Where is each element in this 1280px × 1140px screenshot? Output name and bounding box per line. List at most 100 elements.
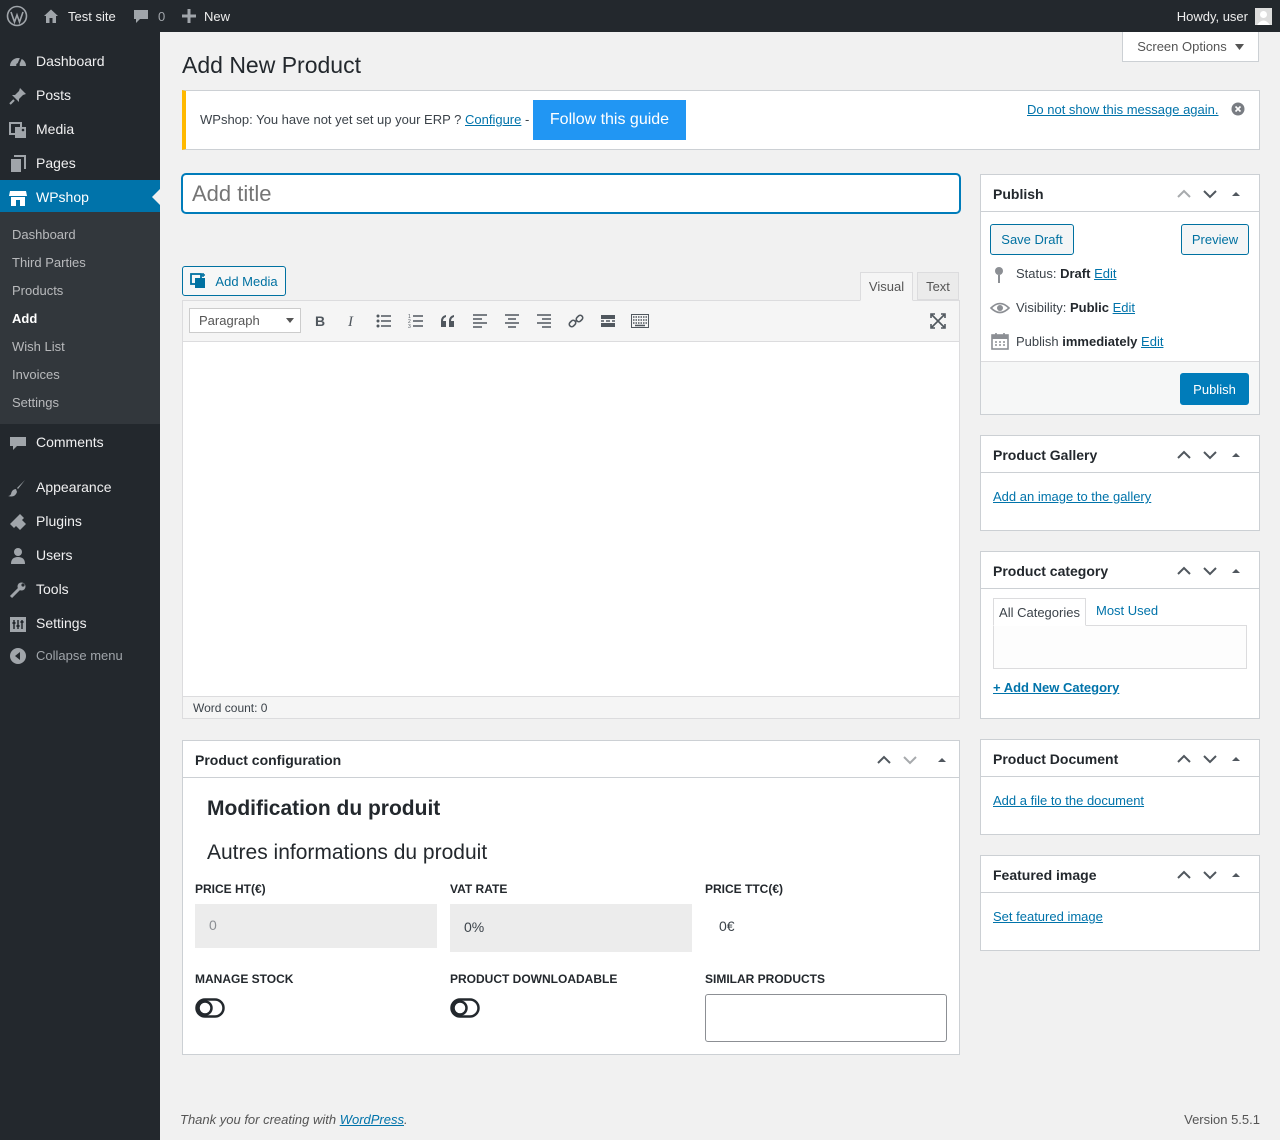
move-up-icon[interactable]: [875, 751, 893, 769]
wordpress-link[interactable]: WordPress: [340, 1112, 404, 1127]
submenu-item-settings[interactable]: Settings: [12, 395, 59, 410]
read-more-icon[interactable]: [597, 310, 619, 332]
menu-item-settings[interactable]: Settings: [0, 606, 160, 640]
menu-item-posts[interactable]: Posts: [0, 78, 160, 112]
add-gallery-image-link[interactable]: Add an image to the gallery: [993, 489, 1151, 504]
move-down-icon[interactable]: [901, 751, 919, 769]
italic-icon[interactable]: I: [341, 310, 363, 332]
screen-options-button[interactable]: Screen Options: [1122, 32, 1259, 62]
postbox-header: Product configuration: [183, 741, 959, 778]
wordpress-logo-icon[interactable]: [6, 0, 28, 32]
vat-rate-select[interactable]: 0%: [450, 904, 692, 952]
title-input[interactable]: [182, 174, 960, 213]
my-account-link[interactable]: Howdy, user: [1177, 0, 1272, 32]
edit-status-link[interactable]: Edit: [1094, 266, 1116, 281]
category-list[interactable]: [993, 625, 1247, 669]
close-icon[interactable]: [1231, 102, 1245, 116]
footer-thanks-text: Thank you for creating with: [180, 1112, 337, 1127]
menu-label: Plugins: [36, 513, 82, 529]
comments-link[interactable]: 0: [133, 0, 165, 32]
add-new-category-link[interactable]: + Add New Category: [993, 680, 1119, 695]
move-down-icon[interactable]: [1201, 446, 1219, 464]
move-up-icon[interactable]: [1175, 562, 1193, 580]
menu-item-appearance[interactable]: Appearance: [0, 470, 160, 504]
tab-text[interactable]: Text: [917, 272, 959, 300]
tab-all-categories[interactable]: All Categories: [993, 598, 1086, 626]
new-content-link[interactable]: New: [182, 0, 230, 32]
menu-item-dashboard[interactable]: Dashboard: [0, 44, 160, 78]
bold-icon[interactable]: B: [309, 310, 331, 332]
move-down-icon[interactable]: [1201, 185, 1219, 203]
blockquote-icon[interactable]: [437, 310, 459, 332]
menu-item-wpshop[interactable]: WPshop: [0, 180, 160, 214]
submenu-item-invoices[interactable]: Invoices: [12, 367, 60, 382]
dismiss-notice-link[interactable]: Do not show this message again.: [1027, 102, 1219, 117]
move-down-icon[interactable]: [1201, 866, 1219, 884]
move-down-icon[interactable]: [1201, 562, 1219, 580]
submenu-item-add[interactable]: Add: [12, 311, 37, 326]
tab-visual[interactable]: Visual: [860, 272, 913, 301]
save-draft-button[interactable]: Save Draft: [990, 224, 1074, 255]
menu-item-tools[interactable]: Tools: [0, 572, 160, 606]
add-media-label: Add Media: [215, 273, 278, 289]
menu-item-media[interactable]: Media: [0, 112, 160, 146]
align-right-icon[interactable]: [533, 310, 555, 332]
add-document-file-link[interactable]: Add a file to the document: [993, 793, 1144, 808]
price-ht-input[interactable]: 0: [195, 904, 437, 948]
toggle-panel-icon[interactable]: [1227, 446, 1245, 464]
move-up-icon[interactable]: [1175, 185, 1193, 203]
footer-version: Version 5.5.1: [1184, 1112, 1260, 1127]
postbox-header: Featured image: [981, 856, 1259, 893]
edit-visibility-link[interactable]: Edit: [1113, 300, 1135, 315]
publish-button[interactable]: Publish: [1180, 373, 1249, 405]
schedule-label: Publish: [1016, 334, 1059, 349]
align-center-icon[interactable]: [501, 310, 523, 332]
add-media-button[interactable]: Add Media: [182, 266, 286, 296]
downloadable-toggle[interactable]: [450, 998, 480, 1018]
submenu-item-wish-list[interactable]: Wish List: [12, 339, 65, 354]
toggle-panel-icon[interactable]: [1227, 750, 1245, 768]
menu-item-comments[interactable]: Comments: [0, 425, 160, 459]
editor-body[interactable]: [183, 342, 959, 695]
keyboard-icon[interactable]: [629, 310, 651, 332]
submenu-item-dashboard[interactable]: Dashboard: [12, 227, 76, 242]
submenu-item-products[interactable]: Products: [12, 283, 63, 298]
move-up-icon[interactable]: [1175, 866, 1193, 884]
manage-stock-toggle[interactable]: [195, 998, 225, 1018]
move-up-icon[interactable]: [1175, 750, 1193, 768]
menu-item-users[interactable]: Users: [0, 538, 160, 572]
tab-most-used[interactable]: Most Used: [1096, 603, 1158, 618]
toggle-panel-icon[interactable]: [1227, 185, 1245, 203]
collapse-menu-button[interactable]: Collapse menu: [0, 638, 160, 672]
set-featured-image-link[interactable]: Set featured image: [993, 909, 1103, 924]
submenu-item-third-parties[interactable]: Third Parties: [12, 255, 86, 270]
format-select[interactable]: Paragraph: [189, 308, 301, 333]
move-down-icon[interactable]: [1201, 750, 1219, 768]
postbox-title: Product category: [993, 563, 1109, 579]
edit-schedule-link[interactable]: Edit: [1141, 334, 1163, 349]
avatar: [1255, 7, 1272, 25]
configure-link[interactable]: Configure: [465, 112, 521, 127]
status-value: Draft: [1060, 266, 1091, 281]
toggle-panel-icon[interactable]: [1227, 562, 1245, 580]
follow-guide-button[interactable]: Follow this guide: [533, 100, 686, 140]
menu-item-plugins[interactable]: Plugins: [0, 504, 160, 538]
similar-products-input[interactable]: [705, 994, 947, 1042]
status-row: Status: Draft Edit: [1016, 266, 1116, 281]
menu-item-pages[interactable]: Pages: [0, 146, 160, 180]
link-icon[interactable]: [565, 310, 587, 332]
price-ht-placeholder: 0: [209, 917, 217, 933]
postbox-header: Publish: [981, 175, 1259, 212]
align-left-icon[interactable]: [469, 310, 491, 332]
toggle-panel-icon[interactable]: [933, 751, 951, 769]
bullet-list-icon[interactable]: [373, 310, 395, 332]
menu-label: Dashboard: [36, 53, 105, 69]
preview-button[interactable]: Preview: [1181, 224, 1249, 255]
numbered-list-icon[interactable]: 123: [405, 310, 427, 332]
site-name-link[interactable]: Test site: [42, 0, 116, 32]
erp-notice: WPshop: You have not yet set up your ERP…: [182, 90, 1260, 150]
toggle-panel-icon[interactable]: [1227, 866, 1245, 884]
fullscreen-icon[interactable]: [927, 310, 949, 332]
svg-text:3: 3: [408, 324, 411, 328]
move-up-icon[interactable]: [1175, 446, 1193, 464]
